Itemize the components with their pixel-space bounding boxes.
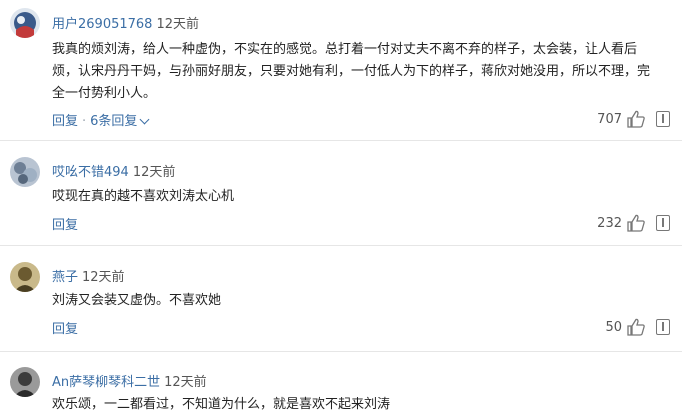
separator: · (82, 114, 87, 129)
comment-text: 我真的烦刘涛，给人一种虚伪，不实在的感觉。总打着一付对丈夫不离不弃的样子，太会装… (52, 42, 651, 101)
comment-username[interactable]: An萨琴柳琴科二世 (52, 375, 160, 390)
chevron-down-icon[interactable] (139, 114, 150, 125)
thumbs-up-icon[interactable] (626, 110, 646, 128)
reply-button[interactable]: 回复 (52, 322, 78, 337)
reply-button[interactable]: 回复 (52, 218, 78, 233)
comment-time: 12天前 (156, 17, 199, 32)
avatar[interactable] (10, 157, 40, 187)
report-icon[interactable] (656, 111, 670, 127)
like-count: 232 (597, 215, 622, 231)
thumbs-up-icon[interactable] (626, 318, 646, 336)
comment-text: 哎现在真的越不喜欢刘涛太心机 (52, 189, 235, 204)
reply-button[interactable]: 回复 (52, 114, 78, 129)
like-count: 50 (605, 319, 622, 335)
avatar-image-icon (10, 262, 40, 292)
comment-text: 刘涛又会装又虚伪。不喜欢她 (52, 293, 222, 308)
report-icon[interactable] (656, 319, 670, 335)
avatar[interactable] (10, 8, 40, 38)
comment-text: 欢乐颂，一二都看过，不知道为什么，就是喜欢不起来刘涛 (52, 397, 391, 412)
divider (0, 245, 682, 246)
view-replies-link[interactable]: 6条回复 (90, 114, 137, 129)
like-count: 707 (597, 111, 622, 127)
thumbs-up-icon[interactable] (626, 214, 646, 232)
avatar-image-icon (10, 8, 40, 38)
report-icon[interactable] (656, 215, 670, 231)
divider (0, 351, 682, 352)
avatar[interactable] (10, 262, 40, 292)
comment-username[interactable]: 哎吆不错494 (52, 165, 129, 180)
avatar-image-icon (10, 367, 40, 397)
avatar[interactable] (10, 367, 40, 397)
comment-time: 12天前 (82, 270, 125, 285)
comment-username[interactable]: 燕子 (52, 270, 78, 285)
comment-time: 12天前 (164, 375, 207, 390)
comment-username[interactable]: 用户269051768 (52, 17, 152, 32)
divider (0, 140, 682, 141)
comment-time: 12天前 (132, 165, 176, 180)
avatar-image-icon (10, 157, 40, 187)
